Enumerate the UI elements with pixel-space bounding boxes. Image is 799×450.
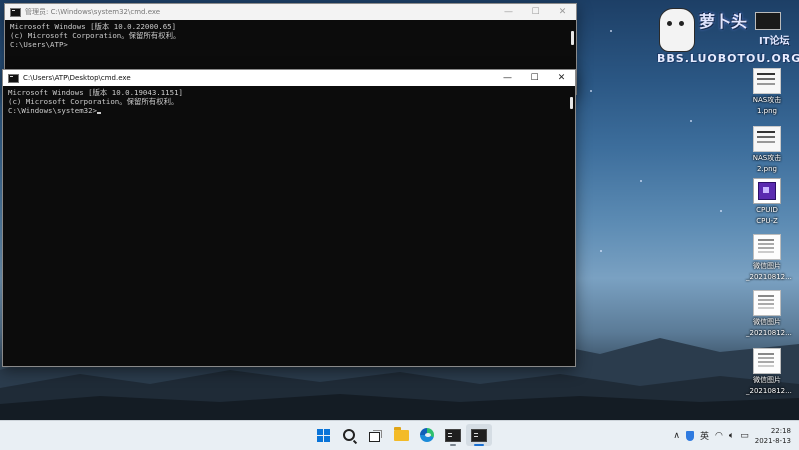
cmd-titlebar[interactable]: C:\Users\ATP\Desktop\cmd.exe — ☐ ✕ (3, 70, 575, 86)
desktop-icon-nas-2[interactable]: NAS攻击 2.png (746, 126, 788, 174)
maximize-button[interactable]: ☐ (522, 4, 549, 20)
console-prompt-line: C:\Windows\system32> (8, 105, 570, 116)
desktop-icon-label: _20210812... (746, 387, 792, 395)
cmd-icon (8, 73, 19, 83)
close-button[interactable]: ✕ (549, 4, 576, 20)
window-controls: — ☐ ✕ (495, 4, 576, 20)
window-title: C:\Users\ATP\Desktop\cmd.exe (23, 74, 131, 82)
cmd-window[interactable]: C:\Users\ATP\Desktop\cmd.exe — ☐ ✕ Micro… (2, 69, 576, 367)
desktop-icon-label: _20210812... (746, 329, 792, 337)
task-view-icon (369, 430, 382, 442)
minimize-button[interactable]: — (495, 4, 522, 20)
cmd-taskbar-button[interactable] (466, 424, 492, 446)
desktop-icon-wechat-image-2[interactable]: 微信图片 _20210812... (746, 290, 792, 338)
logo-title: 萝卜头 (699, 12, 748, 31)
desktop-icon-label: NAS攻击 (752, 154, 782, 162)
image-file-icon (753, 290, 781, 316)
taskbar: ∧ 英 ◠ 🔈︎ ▭ 22:18 2021-8-13 (0, 420, 799, 450)
desktop-icon-wechat-image-3[interactable]: 微信图片 _20210812... (746, 348, 792, 396)
system-tray: ∧ 英 ◠ 🔈︎ ▭ 22:18 2021-8-13 (673, 421, 799, 450)
wifi-icon[interactable]: ◠ (715, 431, 723, 441)
window-controls: — ☐ ✕ (494, 70, 575, 86)
folder-icon (393, 426, 409, 441)
console-output[interactable]: Microsoft Windows [版本 10.0.22000.65] (c) … (5, 20, 576, 52)
cpu-chip-icon (753, 178, 781, 204)
desktop-icon-nas-1[interactable]: NAS攻击 1.png (746, 68, 788, 116)
window-title: 管理员: C:\Windows\system32\cmd.exe (25, 8, 161, 16)
scrollbar[interactable] (571, 31, 574, 45)
luobotou-logo: 萝卜头 IT论坛 BBS.LUOBOTOU.ORG (655, 4, 799, 65)
logo-url: BBS.LUOBOTOU.ORG (657, 52, 799, 65)
image-file-icon (753, 68, 781, 94)
taskbar-apps (310, 424, 492, 446)
search-button[interactable] (336, 424, 362, 446)
desktop-icon-label: 1.png (756, 107, 777, 115)
show-hidden-icons-button[interactable]: ∧ (673, 431, 680, 441)
cmd-icon (10, 7, 21, 17)
desktop-icon-label: 2.png (756, 165, 777, 173)
clock-date: 2021-8-13 (754, 436, 791, 445)
close-button[interactable]: ✕ (548, 70, 575, 86)
windows-logo-icon (316, 428, 330, 442)
desktop-icon-label: _20210812... (746, 273, 792, 281)
computer-icon (755, 12, 781, 30)
console-line: C:\Users\ATP> (10, 39, 68, 49)
maximize-button[interactable]: ☐ (521, 70, 548, 86)
file-explorer-button[interactable] (388, 424, 414, 446)
desktop-icon-label: 微信图片 (753, 376, 781, 384)
battery-icon[interactable]: ▭ (740, 431, 749, 441)
clock-time: 22:18 (770, 426, 791, 435)
text-cursor (97, 112, 101, 114)
desktop-icon-label: CPU-Z (756, 217, 778, 225)
console-line: (c) Microsoft Corporation。保留所有权利。 (10, 30, 181, 40)
desktop: 萝卜头 IT论坛 BBS.LUOBOTOU.ORG NAS攻击 1.png NA… (0, 0, 799, 420)
minimize-button[interactable]: — (494, 70, 521, 86)
speaker-icon[interactable]: 🔈︎ (729, 431, 734, 441)
cmd-icon (471, 428, 487, 442)
start-button[interactable] (310, 424, 336, 446)
ime-indicator[interactable]: 英 (700, 429, 709, 442)
mascot-icon (659, 8, 695, 52)
desktop-icon-label: 微信图片 (753, 262, 781, 270)
task-view-button[interactable] (362, 424, 388, 446)
desktop-icon-wechat-image-1[interactable]: 微信图片 _20210812... (746, 234, 792, 282)
edge-browser-icon (420, 428, 434, 442)
search-icon (343, 429, 355, 441)
desktop-icon-label: CPUID (756, 206, 778, 214)
scrollbar[interactable] (570, 97, 573, 109)
console-prompt: C:\Windows\system32> (8, 105, 97, 115)
image-file-icon (753, 348, 781, 374)
console-output[interactable]: Microsoft Windows [版本 10.0.19043.1151] (c… (3, 86, 575, 118)
image-file-icon (753, 126, 781, 152)
admin-cmd-taskbar-button[interactable] (440, 424, 466, 446)
clock[interactable]: 22:18 2021-8-13 (755, 426, 791, 446)
logo-forum: IT论坛 (759, 36, 790, 47)
image-file-icon (753, 234, 781, 260)
edge-button[interactable] (414, 424, 440, 446)
cmd-icon (445, 428, 461, 442)
security-shield-icon[interactable] (685, 430, 694, 441)
desktop-icon-cpuz[interactable]: CPUID CPU-Z (746, 178, 788, 226)
admin-cmd-titlebar[interactable]: 管理员: C:\Windows\system32\cmd.exe — ☐ ✕ (5, 4, 576, 20)
desktop-icon-label: NAS攻击 (752, 96, 782, 104)
desktop-icon-label: 微信图片 (753, 318, 781, 326)
